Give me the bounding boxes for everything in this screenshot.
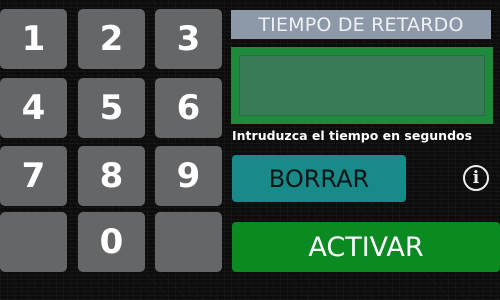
info-icon[interactable]: i [463,165,489,191]
key-4[interactable]: 4 [0,78,67,138]
key-2[interactable]: 2 [78,9,145,69]
key-0[interactable]: 0 [78,212,145,272]
delay-input-frame [231,47,493,124]
key-1[interactable]: 1 [0,9,67,69]
delay-input[interactable] [239,55,485,116]
key-5[interactable]: 5 [78,78,145,138]
delay-title: TIEMPO DE RETARDO [231,10,491,39]
clear-button[interactable]: BORRAR [232,155,406,202]
key-9[interactable]: 9 [155,146,222,206]
key-blank-right[interactable] [155,212,222,272]
activate-button[interactable]: ACTIVAR [232,222,500,272]
key-8[interactable]: 8 [78,146,145,206]
input-hint: Intruduzca el tiempo en segundos [232,128,473,143]
key-3[interactable]: 3 [155,9,222,69]
key-6[interactable]: 6 [155,78,222,138]
key-blank-left[interactable] [0,212,67,272]
key-7[interactable]: 7 [0,146,67,206]
